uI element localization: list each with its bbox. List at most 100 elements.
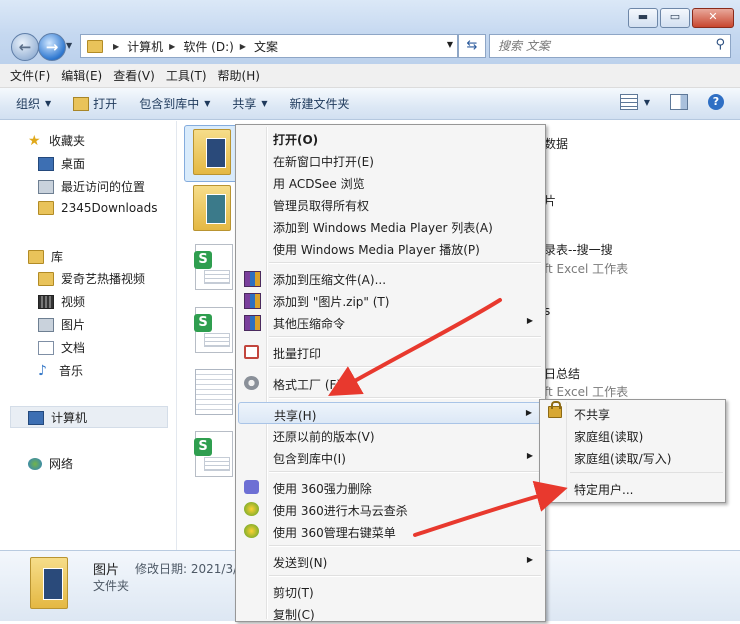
menu-label: 使用 Windows Media Player 播放(P) [273, 243, 480, 257]
menu-separator [570, 472, 723, 473]
menu-edit[interactable]: 编辑(E) [61, 67, 102, 84]
chevron-down-icon: ▼ [261, 99, 268, 108]
network-icon [28, 457, 42, 470]
breadcrumb-drive-d[interactable]: 软件 (D:) [183, 38, 233, 55]
help-icon[interactable]: ? [708, 94, 724, 110]
menu-item-acdsee[interactable]: 用 ACDSee 浏览 [238, 171, 543, 193]
nav-favorites[interactable]: ★ 收藏夹 [28, 132, 85, 149]
menu-item-360-scan[interactable]: 使用 360进行木马云查杀 [238, 498, 543, 520]
nav-recent-places[interactable]: 最近访问的位置 [38, 178, 145, 195]
address-bar[interactable]: ▶ 计算机 ▶ 软件 (D:) ▶ 文案 ▼ [80, 34, 458, 58]
folder-icon[interactable] [193, 185, 231, 231]
menu-item-send-to[interactable]: 发送到(N) ▶ [238, 550, 543, 572]
nav-label: 桌面 [61, 157, 86, 171]
menu-item-open[interactable]: 打开(O) [238, 127, 543, 149]
breadcrumb-wenan[interactable]: 文案 [254, 38, 278, 55]
submenu-item-homegroup-readwrite[interactable]: 家庭组(读取/写入) [542, 446, 723, 468]
menu-item-wmp-play[interactable]: 使用 Windows Media Player 播放(P) [238, 237, 543, 259]
spreadsheet-file-icon[interactable]: S [194, 307, 233, 353]
nav-pictures[interactable]: 图片 [38, 316, 85, 333]
chevron-down-icon[interactable]: ▼ [644, 98, 650, 107]
view-options-icon[interactable] [619, 94, 638, 110]
window-controls: ▬ ▭ ✕ [626, 8, 734, 28]
menu-label: 家庭组(读取/写入) [574, 452, 672, 466]
share-label: 共享 [232, 97, 257, 111]
menu-label: 不共享 [574, 408, 611, 422]
nav-videos[interactable]: 视频 [38, 293, 85, 310]
nav-music[interactable]: ♪ 音乐 [38, 362, 83, 379]
nav-label: 文档 [61, 341, 86, 355]
menu-item-format-factory[interactable]: 格式工厂 (F) [238, 372, 543, 394]
menu-item-other-compress[interactable]: 其他压缩命令 ▶ [238, 311, 543, 333]
share-submenu: 不共享 家庭组(读取) 家庭组(读取/写入) 特定用户... [539, 399, 726, 503]
menu-label: 使用 360管理右键菜单 [273, 526, 396, 540]
submenu-arrow-icon: ▶ [525, 408, 532, 417]
360-security-icon [244, 502, 259, 516]
menu-item-copy[interactable]: 复制(C) [238, 602, 543, 624]
menu-item-batch-print[interactable]: 批量打印 [238, 341, 543, 363]
submenu-item-homegroup-read[interactable]: 家庭组(读取) [542, 424, 723, 446]
nav-network[interactable]: 网络 [28, 455, 73, 472]
nav-iqiyi-videos[interactable]: 爱奇艺热播视频 [38, 270, 145, 287]
submenu-item-specific-users[interactable]: 特定用户... [542, 477, 723, 499]
back-button[interactable]: ← [11, 33, 39, 61]
menu-item-360-delete[interactable]: 使用 360强力删除 [238, 476, 543, 498]
menu-item-restore-versions[interactable]: 还原以前的版本(V) [238, 424, 543, 446]
nav-desktop[interactable]: 桌面 [38, 155, 85, 172]
include-in-library-button[interactable]: 包含到库中 ▼ [139, 95, 210, 112]
menu-item-take-ownership[interactable]: 管理员取得所有权 [238, 193, 543, 215]
menu-view[interactable]: 查看(V) [113, 67, 155, 84]
new-folder-button[interactable]: 新建文件夹 [290, 95, 350, 112]
chevron-down-icon: ▼ [45, 99, 52, 108]
menu-label: 家庭组(读取) [574, 430, 644, 444]
menu-item-cut[interactable]: 剪切(T) [238, 580, 543, 602]
organize-button[interactable]: 组织 ▼ [16, 95, 51, 112]
forward-button[interactable]: → [38, 33, 66, 61]
navigation-pane: ★ 收藏夹 桌面 最近访问的位置 2345Downloads 库 爱奇艺热播视频 … [0, 121, 177, 550]
menu-separator [269, 366, 541, 368]
pictures-library-icon [38, 317, 54, 332]
address-dropdown-icon[interactable]: ▼ [447, 40, 453, 49]
spreadsheet-file-icon[interactable]: S [194, 431, 233, 477]
breadcrumb-arrow-icon[interactable]: ▶ [169, 42, 175, 51]
spreadsheet-file-icon[interactable]: S [194, 244, 233, 290]
menu-label: 用 ACDSee 浏览 [273, 177, 365, 191]
search-icon[interactable]: ⚲ [715, 37, 725, 52]
nav-libraries[interactable]: 库 [28, 248, 63, 265]
submenu-item-no-share[interactable]: 不共享 [542, 401, 723, 424]
minimize-icon: ▬ [637, 10, 649, 23]
menu-item-include-library[interactable]: 包含到库中(I) ▶ [238, 446, 543, 468]
menu-label: 添加到 Windows Media Player 列表(A) [273, 221, 493, 235]
nav-label: 收藏夹 [49, 134, 86, 148]
menu-item-wmp-add[interactable]: 添加到 Windows Media Player 列表(A) [238, 215, 543, 237]
maximize-icon: ▭ [669, 10, 681, 23]
menu-item-360-manage[interactable]: 使用 360管理右键菜单 [238, 520, 543, 542]
breadcrumb-arrow-icon[interactable]: ▶ [113, 42, 119, 51]
breadcrumb-computer[interactable]: 计算机 [127, 38, 163, 55]
share-toolbar-button[interactable]: 共享 ▼ [232, 95, 267, 112]
preview-pane-icon[interactable] [670, 94, 688, 110]
refresh-icon: ⇆ [466, 38, 478, 53]
maximize-button[interactable]: ▭ [660, 8, 690, 28]
menu-item-open-new-window[interactable]: 在新窗口中打开(E) [238, 149, 543, 171]
menu-item-add-zip[interactable]: 添加到 "图片.zip" (T) [238, 289, 543, 311]
recent-pages-dropdown-icon[interactable]: ▼ [66, 41, 72, 50]
nav-2345downloads[interactable]: 2345Downloads [38, 201, 157, 215]
context-menu: 打开(O) 在新窗口中打开(E) 用 ACDSee 浏览 管理员取得所有权 添加… [235, 124, 546, 622]
nav-computer[interactable]: 计算机 [28, 409, 87, 426]
breadcrumb-arrow-icon[interactable]: ▶ [240, 42, 246, 51]
menu-tools[interactable]: 工具(T) [166, 67, 207, 84]
menu-item-share[interactable]: 共享(H) ▶ [238, 402, 543, 424]
menu-help[interactable]: 帮助(H) [218, 67, 260, 84]
folder-icon[interactable] [193, 129, 231, 175]
minimize-button[interactable]: ▬ [628, 8, 658, 28]
menu-file[interactable]: 文件(F) [10, 67, 50, 84]
search-input[interactable] [490, 35, 705, 57]
search-box[interactable]: ⚲ [489, 34, 731, 58]
open-button[interactable]: 打开 [73, 95, 117, 112]
refresh-button[interactable]: ⇆ [458, 34, 486, 58]
text-file-icon[interactable] [195, 369, 233, 415]
nav-documents[interactable]: 文档 [38, 339, 85, 356]
close-button[interactable]: ✕ [692, 8, 734, 28]
menu-item-add-archive[interactable]: 添加到压缩文件(A)... [238, 267, 543, 289]
